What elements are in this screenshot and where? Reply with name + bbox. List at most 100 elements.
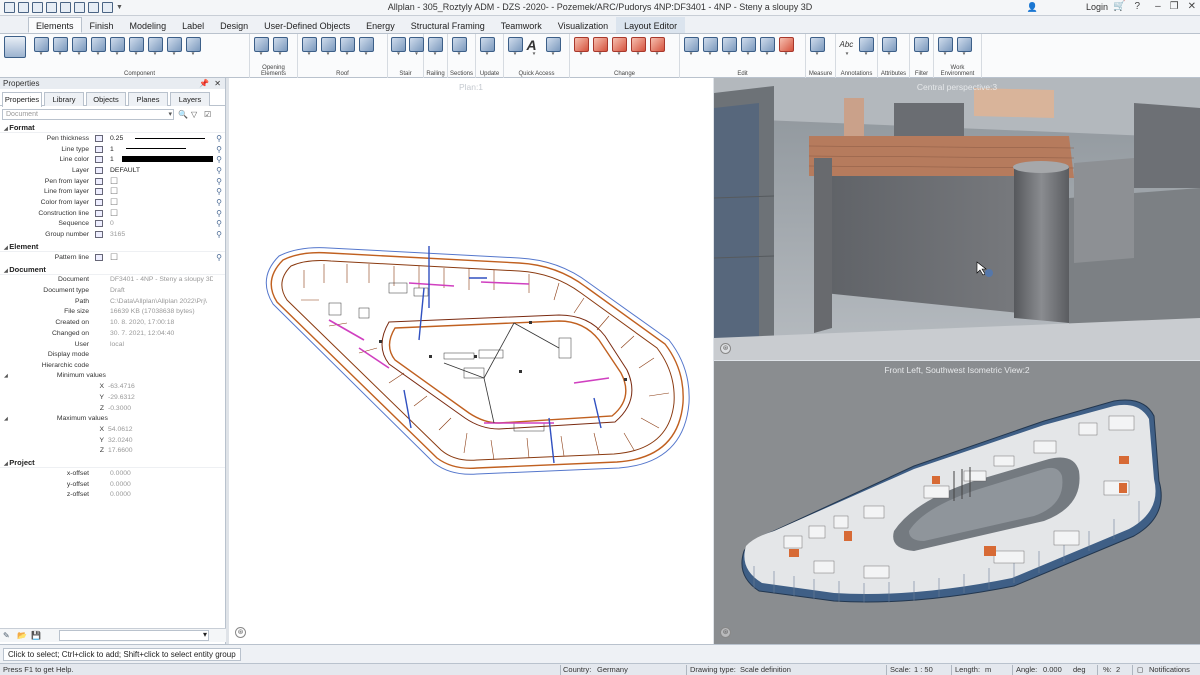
tool-icon[interactable]: ▾ <box>881 37 897 57</box>
close-palette-icon[interactable]: ✕ <box>214 78 221 89</box>
help-icon[interactable]: ? <box>1134 1 1140 12</box>
property-row[interactable]: Hierarchic code <box>0 360 225 371</box>
tool-icon[interactable]: A ▾ <box>526 37 542 57</box>
palette-tab-layers[interactable]: Layers <box>170 92 210 106</box>
undo-icon[interactable] <box>60 2 71 13</box>
eyedropper-icon[interactable]: ⚲ <box>213 166 225 175</box>
checkbox[interactable]: ☐ <box>110 197 118 207</box>
pin-icon[interactable]: 📌 <box>199 78 209 89</box>
tab-label[interactable]: Label <box>174 17 212 33</box>
tool-icon[interactable]: ▾ <box>128 37 144 57</box>
tool-icon[interactable]: ▾ <box>721 37 737 57</box>
new-icon[interactable] <box>4 2 15 13</box>
property-row[interactable]: Color from layer ☐ ⚲ <box>0 197 225 208</box>
property-row[interactable]: Construction line ☐ ⚲ <box>0 208 225 219</box>
property-row[interactable]: Line color 1 ⚲ <box>0 154 225 165</box>
tool-icon[interactable]: ▾ <box>702 37 718 57</box>
eyedropper-icon[interactable]: ⚲ <box>213 230 225 239</box>
user-icon[interactable]: 👤 <box>1027 2 1038 13</box>
palette-tab-objects[interactable]: Objects <box>86 92 126 106</box>
property-row[interactable]: Document DF3401 - 4NP - Steny a sloupy 3D <box>0 275 225 286</box>
property-row[interactable]: Y -29.6312 <box>0 392 225 403</box>
tool-icon[interactable]: ▾ <box>391 37 406 57</box>
tool-icon[interactable]: ▾ <box>52 37 68 57</box>
property-row[interactable]: Layer DEFAULT ⚲ <box>0 165 225 176</box>
angle-value[interactable]: 0.000 <box>1043 664 1062 675</box>
search-icon[interactable]: 🔍 <box>178 110 188 119</box>
tool-icon[interactable]: ▾ <box>253 37 269 57</box>
tool-icon[interactable]: ▾ <box>592 37 608 57</box>
eyedropper-icon[interactable]: ⚲ <box>213 177 225 186</box>
navigation-icon[interactable]: ⊛ <box>720 343 731 354</box>
tool-icon[interactable]: ▾ <box>147 37 163 57</box>
property-row[interactable]: Line type 1 ⚲ <box>0 144 225 155</box>
property-row[interactable]: X -63.4716 <box>0 381 225 392</box>
favorites-save-icon[interactable]: 💾 <box>31 631 41 641</box>
tool-icon[interactable]: ▾ <box>166 37 182 57</box>
isometric-viewport[interactable]: Front Left, Southwest Isometric View:2 ⊛ <box>714 361 1200 644</box>
tool-icon[interactable]: Abc ▾ <box>839 37 855 57</box>
tool-icon[interactable]: ▾ <box>913 37 929 57</box>
property-row[interactable]: Pen from layer ☐ ⚲ <box>0 176 225 187</box>
plan-viewport[interactable]: Plan:1 ⊛ <box>229 78 713 644</box>
property-row[interactable]: z-offset 0.0000 <box>0 490 225 501</box>
tool-icon[interactable]: ▾ <box>339 37 355 57</box>
checkbox[interactable]: ☐ <box>110 252 118 262</box>
navigation-icon[interactable]: ⊛ <box>235 627 246 638</box>
tool-icon[interactable]: ▾ <box>809 37 825 57</box>
minimize-button[interactable]: – <box>1155 1 1161 12</box>
tool-icon[interactable]: ▾ <box>301 37 317 57</box>
tool-icon[interactable]: ▾ <box>611 37 627 57</box>
tool-icon[interactable]: ▾ <box>630 37 646 57</box>
property-row[interactable]: File size 16639 KB (17038638 bytes) <box>0 307 225 318</box>
customize-icon[interactable]: ▼ <box>116 2 123 13</box>
property-row[interactable]: x-offset 0.0000 <box>0 468 225 479</box>
close-button[interactable]: ✕ <box>1188 1 1196 12</box>
eyedropper-icon[interactable]: ⚲ <box>213 219 225 228</box>
tool-icon[interactable]: ▾ <box>451 37 467 57</box>
tab-modeling[interactable]: Modeling <box>122 17 175 33</box>
tab-teamwork[interactable]: Teamwork <box>493 17 550 33</box>
application-menu-icon[interactable] <box>4 36 26 58</box>
tool-icon[interactable]: ▾ <box>545 37 561 57</box>
tool-icon[interactable]: ▾ <box>358 37 374 57</box>
notifications-icon[interactable]: ◻ <box>1137 664 1143 675</box>
property-row[interactable]: User local <box>0 339 225 350</box>
filter-icon[interactable]: ▽ <box>191 110 200 119</box>
section-project[interactable]: Project <box>0 458 225 469</box>
tool-icon[interactable]: ▾ <box>185 37 201 57</box>
tool-icon[interactable]: ▾ <box>479 37 495 57</box>
tool-icon[interactable]: ▾ <box>409 37 424 57</box>
checkbox[interactable]: ☐ <box>110 176 118 186</box>
tool-icon[interactable]: ▾ <box>778 37 794 57</box>
tool-icon[interactable]: ▾ <box>683 37 699 57</box>
tool-icon[interactable]: ▾ <box>759 37 775 57</box>
property-row[interactable]: X 54.0612 <box>0 424 225 435</box>
property-row[interactable]: y-offset 0.0000 <box>0 479 225 490</box>
palette-tab-planes[interactable]: Planes <box>128 92 168 106</box>
palette-tab-properties[interactable]: Properties <box>2 92 42 107</box>
tool-icon[interactable]: ▾ <box>573 37 589 57</box>
document-selector[interactable]: Document <box>2 109 174 120</box>
tool-icon[interactable]: ▾ <box>33 37 49 57</box>
tool-icon[interactable]: ▾ <box>320 37 336 57</box>
tool-icon[interactable]: ▾ <box>507 37 523 57</box>
perspective-viewport[interactable]: Central perspective:3 ⊛ <box>714 78 1200 360</box>
tab-design[interactable]: Design <box>212 17 256 33</box>
property-row[interactable]: Pattern line ☐ ⚲ <box>0 252 225 263</box>
tool-icon[interactable]: ▾ <box>90 37 106 57</box>
cart-icon[interactable]: 🛒 <box>1113 1 1125 12</box>
tool-icon[interactable]: ▾ <box>740 37 756 57</box>
eyedropper-icon[interactable]: ⚲ <box>213 155 225 164</box>
checkbox[interactable]: ☐ <box>110 186 118 196</box>
copy-icon[interactable] <box>88 2 99 13</box>
maximum_values-header[interactable]: ◢ Maximum values <box>0 414 225 425</box>
tab-energy[interactable]: Energy <box>358 17 403 33</box>
palette-tab-library[interactable]: Library <box>44 92 84 106</box>
property-row[interactable]: Path C:\Data\Allplan\Allplan 2022\Prj\ <box>0 296 225 307</box>
tools-icon[interactable] <box>102 2 113 13</box>
eyedropper-icon[interactable]: ✎ <box>3 631 13 641</box>
favorites-open-icon[interactable]: 📂 <box>17 631 27 641</box>
section-document[interactable]: Document <box>0 265 225 275</box>
notifications-button[interactable]: Notifications <box>1149 664 1190 675</box>
